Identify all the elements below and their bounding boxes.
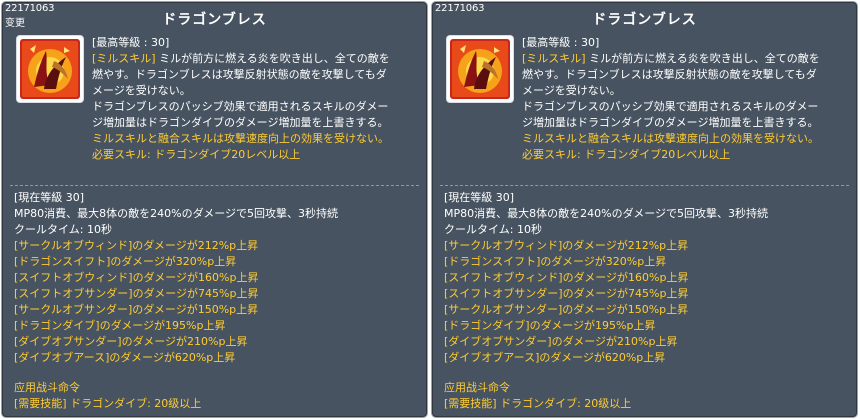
desc-line-5: ジ増加量はドラゴンダイブのダメージ増加量を上書きする。 bbox=[92, 116, 389, 129]
footer-line-2: [需要技能] ドラゴンダイブ: 20级以上 bbox=[444, 397, 632, 410]
skill-bonus-line: [ダイブオブアース]のダメージが620%p上昇 bbox=[14, 351, 236, 364]
tooltip-comparison: 22171063 变更 ドラゴンブレス [最高等級 : 30] [ミルスキル] … bbox=[0, 0, 860, 420]
current-level-section: [現在等級 30] MP80消費、最大8体の敵を240%のダメージで5回攻撃、3… bbox=[444, 190, 854, 366]
skill-bonus-line: [ドラゴンスイフト]のダメージが320%p上昇 bbox=[14, 255, 237, 268]
skill-tooltip-after: 22171063 ドラゴンブレス [最高等級 : 30] [ミルスキル] ミルが… bbox=[431, 1, 858, 418]
skill-bonus-line: [サークルオブサンダー]のダメージが150%p上昇 bbox=[444, 303, 689, 316]
skill-title: ドラゴンブレス bbox=[592, 12, 697, 28]
skill-icon-frame bbox=[446, 35, 514, 103]
skill-bonus-line: [ドラゴンダイブ]のダメージが195%p上昇 bbox=[14, 319, 226, 332]
skill-bonus-line: [ダイブオブサンダー]のダメージが210%p上昇 bbox=[14, 335, 248, 348]
mp-cost-line: MP80消費、最大8体の敵を240%のダメージで5回攻撃、3秒持続 bbox=[14, 207, 339, 220]
desc-line-6: ミルスキルと融合スキルは攻撃速度向上の効果を受けない。 bbox=[92, 132, 389, 145]
skill-tooltip-before: 22171063 变更 ドラゴンブレス [最高等級 : 30] [ミルスキル] … bbox=[1, 1, 428, 418]
skill-bonus-line: [サークルオブサンダー]のダメージが150%p上昇 bbox=[14, 303, 259, 316]
dragon-breath-skill-icon bbox=[20, 39, 80, 99]
desc-line-2: 燃やす。ドラゴンブレスは攻撃反射状態の敵を攻撃してもダ bbox=[92, 68, 387, 81]
section-divider bbox=[440, 185, 849, 186]
dragon-breath-skill-icon bbox=[450, 39, 510, 99]
desc-line-3: メージを受けない。 bbox=[522, 84, 621, 97]
skill-icon-frame bbox=[16, 35, 84, 103]
tooltip-footer: 应用战斗命令 [需要技能] ドラゴンダイブ: 20级以上 bbox=[14, 380, 424, 412]
skill-title: ドラゴンブレス bbox=[162, 12, 267, 28]
footer-line-2: [需要技能] ドラゴンダイブ: 20级以上 bbox=[14, 397, 202, 410]
desc-line-2: 燃やす。ドラゴンブレスは攻撃反射状態の敵を攻撃してもダ bbox=[522, 68, 817, 81]
skill-bonus-line: [ドラゴンダイブ]のダメージが195%p上昇 bbox=[444, 319, 656, 332]
desc-line-4: ドラゴンブレスのパッシブ効果で適用されるスキルのダメー bbox=[522, 100, 819, 113]
skill-bonus-line: [ドラゴンスイフト]のダメージが320%p上昇 bbox=[444, 255, 667, 268]
section-divider bbox=[10, 185, 419, 186]
skill-bonus-line: [ダイブオブアース]のダメージが620%p上昇 bbox=[444, 351, 666, 364]
skill-description: [最高等級 : 30] [ミルスキル] ミルが前方に燃える炎を吹き出し、全ての敵… bbox=[522, 35, 852, 163]
mil-skill-tag: [ミルスキル] bbox=[92, 52, 156, 65]
desc-line-1: ミルが前方に燃える炎を吹き出し、全ての敵を bbox=[155, 52, 390, 65]
desc-line-1: ミルが前方に燃える炎を吹き出し、全ての敵を bbox=[585, 52, 820, 65]
desc-line-3: メージを受けない。 bbox=[92, 84, 191, 97]
max-level: [最高等級 : 30] bbox=[92, 36, 170, 49]
desc-line-6: ミルスキルと融合スキルは攻撃速度向上の効果を受けない。 bbox=[522, 132, 819, 145]
skill-bonus-line: [スイフトオブウィンド]のダメージが160%p上昇 bbox=[14, 271, 259, 284]
skill-description: [最高等級 : 30] [ミルスキル] ミルが前方に燃える炎を吹き出し、全ての敵… bbox=[92, 35, 422, 163]
skill-bonus-line: [サークルオブウィンド]のダメージが212%p上昇 bbox=[444, 239, 689, 252]
skill-bonus-line: [スイフトオブウィンド]のダメージが160%p上昇 bbox=[444, 271, 689, 284]
current-level: [現在等級 30] bbox=[14, 191, 85, 204]
cooldown-line: クールタイム: 10秒 bbox=[444, 223, 542, 236]
required-skill: 必要スキル: ドラゴンダイブ20レベル以上 bbox=[92, 148, 301, 161]
skill-bonus-line: [サークルオブウィンド]のダメージが212%p上昇 bbox=[14, 239, 259, 252]
tooltip-footer: 应用战斗命令 [需要技能] ドラゴンダイブ: 20级以上 bbox=[444, 380, 854, 412]
current-level: [現在等級 30] bbox=[444, 191, 515, 204]
max-level: [最高等級 : 30] bbox=[522, 36, 600, 49]
skill-bonus-line: [ダイブオブサンダー]のダメージが210%p上昇 bbox=[444, 335, 678, 348]
footer-line-1: 应用战斗命令 bbox=[14, 381, 80, 394]
mp-cost-line: MP80消費、最大8体の敵を240%のダメージで5回攻撃、3秒持続 bbox=[444, 207, 769, 220]
skill-bonus-line: [スイフトオブサンダー]のダメージが745%p上昇 bbox=[14, 287, 259, 300]
cooldown-line: クールタイム: 10秒 bbox=[14, 223, 112, 236]
skill-bonus-line: [スイフトオブサンダー]のダメージが745%p上昇 bbox=[444, 287, 689, 300]
desc-line-5: ジ増加量はドラゴンダイブのダメージ増加量を上書きする。 bbox=[522, 116, 819, 129]
required-skill: 必要スキル: ドラゴンダイブ20レベル以上 bbox=[522, 148, 731, 161]
mil-skill-tag: [ミルスキル] bbox=[522, 52, 586, 65]
current-level-section: [現在等級 30] MP80消費、最大8体の敵を240%のダメージで5回攻撃、3… bbox=[14, 190, 424, 366]
desc-line-4: ドラゴンブレスのパッシブ効果で適用されるスキルのダメー bbox=[92, 100, 389, 113]
footer-line-1: 应用战斗命令 bbox=[444, 381, 510, 394]
